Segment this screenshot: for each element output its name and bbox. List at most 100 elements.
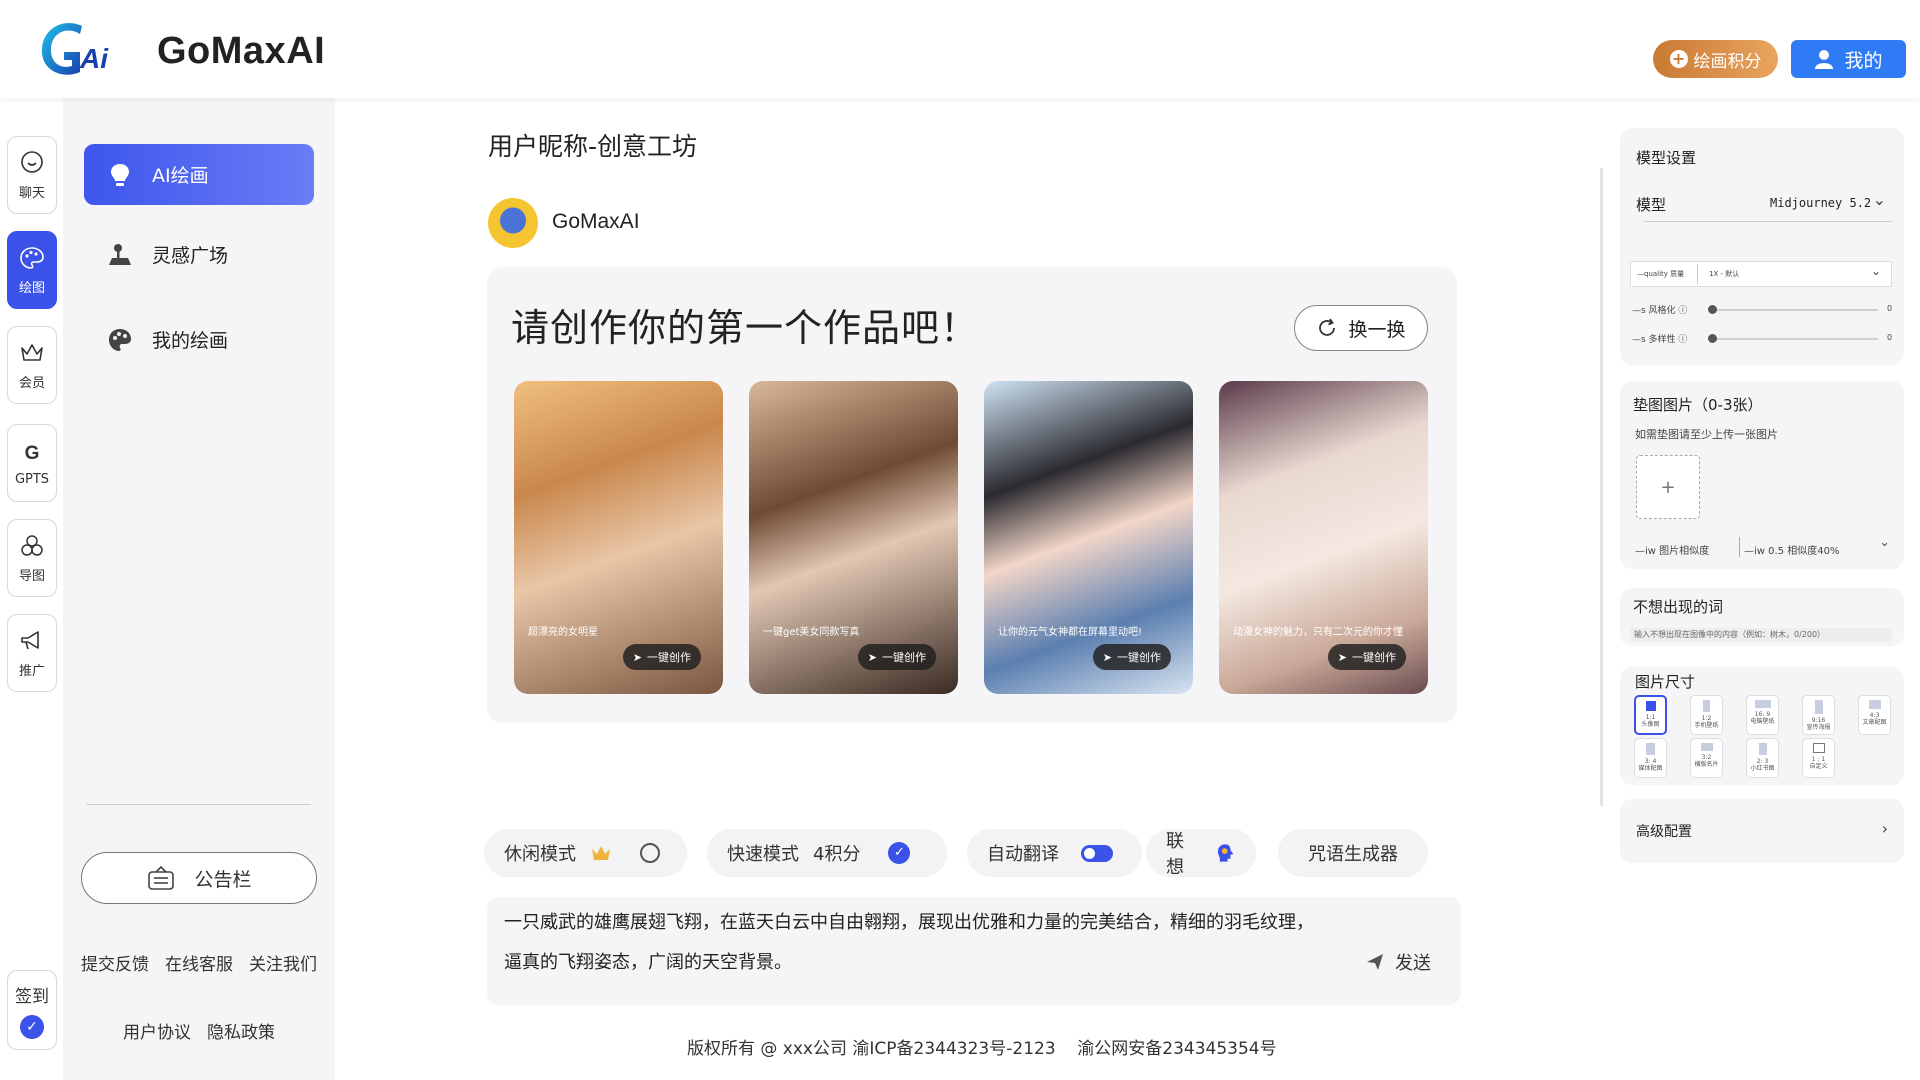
size-name: 电脑壁纸 <box>1750 718 1775 725</box>
stylize-slider[interactable] <box>1710 309 1878 311</box>
rail-item-promote[interactable]: 推广 <box>7 614 57 692</box>
chaos-slider-handle[interactable] <box>1708 334 1717 343</box>
negative-prompt-input[interactable]: 输入不想出现在图像中的内容（例如：树木，0/200） <box>1630 628 1892 642</box>
gallery-item[interactable]: 一键get美女同款写真 ➤ 一键创作 <box>749 381 958 694</box>
checkin-label: 签到 <box>15 986 49 1007</box>
rail-item-member[interactable]: 会员 <box>7 326 57 404</box>
iw-select[interactable]: —iw 0.5 相似度40% <box>1744 542 1839 557</box>
link-privacy-policy[interactable]: 隐私政策 <box>207 1018 275 1043</box>
image-size-title: 图片尺寸 <box>1635 673 1696 691</box>
drawing-points-button[interactable]: + 绘画积分 <box>1653 40 1778 78</box>
chaos-slider[interactable] <box>1710 338 1878 340</box>
svg-text:Ai: Ai <box>79 43 109 74</box>
rail-item-gpts[interactable]: G GPTS <box>7 424 57 502</box>
size-option-3-2[interactable]: 3:2 横版名片 <box>1690 738 1723 778</box>
one-click-create-button[interactable]: ➤ 一键创作 <box>1092 644 1171 670</box>
top-header: Ai GoMaxAI + 绘画积分 我的 <box>0 0 1920 98</box>
chevron-down-icon: ⌄ <box>1870 264 1881 278</box>
size-option-1-2[interactable]: 1:2 手机壁纸 <box>1690 695 1723 735</box>
gallery-item[interactable]: 让你的元气女神都在屏幕里动吧! ➤ 一键创作 <box>984 381 1193 694</box>
stylize-slider-handle[interactable] <box>1708 305 1717 314</box>
refresh-button[interactable]: 换一换 <box>1294 305 1428 351</box>
size-name: 小红书图 <box>1750 765 1775 772</box>
page-title: 用户昵称-创意工坊 <box>488 132 698 161</box>
size-option-2-3[interactable]: 2: 3 小红书图 <box>1746 738 1779 778</box>
auto-translate-label: 自动翻译 <box>987 844 1059 865</box>
svg-text:G: G <box>25 443 40 464</box>
gallery-caption: 让你的元气女神都在屏幕里动吧! <box>998 627 1143 638</box>
rail-item-chat[interactable]: 聊天 <box>7 136 57 214</box>
relax-mode-radio[interactable] <box>640 843 660 863</box>
my-account-button[interactable]: 我的 <box>1791 40 1906 78</box>
gallery-caption: 一键get美女同款写真 <box>763 627 860 638</box>
size-ratio: 2: 3 <box>1756 758 1769 765</box>
size-option-4-3[interactable]: 4:3 文章配图 <box>1858 695 1891 735</box>
refresh-label: 换一换 <box>1348 318 1406 341</box>
send-button[interactable]: 发送 <box>1365 949 1431 975</box>
size-option-custom[interactable]: 1 : 1 自定义 <box>1802 738 1835 778</box>
prompt-box[interactable]: 一只威武的雄鹰展翅飞翔，在蓝天白云中自由翱翔，展现出优雅和力量的完美结合，精细的… <box>487 897 1461 1005</box>
upload-image-button[interactable]: + <box>1636 455 1700 519</box>
send-icon: ➤ <box>1102 650 1112 664</box>
menu-item-my-drawings[interactable]: 我的绘画 <box>84 309 314 370</box>
rail-label-draw: 绘图 <box>18 280 45 296</box>
side-menu: AI绘画 灵感广场 我的绘画 公告栏 提交反馈 在线客服 关注我们 用户协议 隐… <box>63 98 335 1080</box>
checkin-button[interactable]: 签到 ✓ <box>7 970 57 1050</box>
size-option-1-1[interactable]: 1:1 头像图 <box>1634 695 1667 735</box>
send-icon <box>1367 954 1383 970</box>
spell-generator-button[interactable]: 咒语生成器 <box>1278 829 1428 877</box>
one-click-create-button[interactable]: ➤ 一键创作 <box>622 644 701 670</box>
link-follow-us[interactable]: 关注我们 <box>249 950 317 975</box>
one-click-create-button[interactable]: ➤ 一键创作 <box>857 644 936 670</box>
model-value: Midjourney 5.2 <box>1770 196 1872 210</box>
link-feedback[interactable]: 提交反馈 <box>81 950 149 975</box>
ratio-shape <box>1868 700 1881 709</box>
link-user-agreement[interactable]: 用户协议 <box>123 1018 191 1043</box>
fast-mode-check-icon[interactable]: ✓ <box>888 842 911 864</box>
auto-translate-toggle[interactable] <box>1081 844 1113 862</box>
gallery-item[interactable]: 动漫女神的魅力，只有二次元的你才懂 ➤ 一键创作 <box>1219 381 1428 694</box>
one-click-create-button[interactable]: ➤ 一键创作 <box>1327 644 1406 670</box>
quality-select[interactable]: —quality 质量 1X - 默认 ⌄ <box>1630 261 1892 287</box>
size-option-16-9[interactable]: 16: 9 电脑壁纸 <box>1746 695 1779 735</box>
size-ratio: 1:2 <box>1701 715 1712 722</box>
ratio-shape <box>1700 743 1713 751</box>
auto-translate-option[interactable]: 自动翻译 <box>967 829 1142 877</box>
rail-label-mindmap: 导图 <box>18 568 45 584</box>
menu-item-inspiration[interactable]: 灵感广场 <box>84 224 314 285</box>
associate-option[interactable]: 联想 <box>1146 829 1256 878</box>
gallery-item[interactable]: 超漂亮的女明星 ➤ 一键创作 <box>514 381 723 694</box>
size-name: 文章配图 <box>1862 719 1887 726</box>
ratio-shape <box>1645 701 1656 711</box>
gomaxai-logo-icon[interactable]: Ai <box>36 16 130 82</box>
fast-mode-option[interactable]: 快速模式 4积分 ✓ <box>707 829 947 877</box>
menu-item-ai-drawing[interactable]: AI绘画 <box>84 144 314 205</box>
footer-links-row1: 提交反馈 在线客服 关注我们 <box>63 950 335 975</box>
plus-icon: + <box>1669 50 1688 68</box>
send-icon: ➤ <box>1337 650 1347 664</box>
rail-label-chat: 聊天 <box>18 185 45 201</box>
prompt-input[interactable]: 一只威武的雄鹰展翅飞翔，在蓝天白云中自由翱翔，展现出优雅和力量的完美结合，精细的… <box>504 903 1324 983</box>
mindmap-icon <box>21 534 43 556</box>
size-option-9-16[interactable]: 9:16 宣传海报 <box>1802 695 1835 735</box>
chaos-label: —s 多样性 ⓘ <box>1632 335 1688 345</box>
model-select[interactable]: Midjourney 5.2 ⌄ <box>1644 184 1892 222</box>
rail-item-mindmap[interactable]: 导图 <box>7 519 57 597</box>
rail-item-draw[interactable]: 绘图 <box>7 231 57 309</box>
refresh-icon <box>1319 318 1336 336</box>
chevron-down-icon: ⌄ <box>1872 190 1886 209</box>
bot-name: GoMaxAI <box>552 210 640 233</box>
advanced-config-row[interactable]: 高级配置 › <box>1620 799 1904 863</box>
size-option-3-4[interactable]: 3: 4 媒体配图 <box>1634 738 1667 778</box>
stylize-value: 0 <box>1887 304 1893 313</box>
one-click-create-label: 一键创作 <box>647 651 691 664</box>
megaphone-icon <box>21 630 39 649</box>
size-name: 手机壁纸 <box>1694 722 1719 729</box>
gpts-icon: G <box>25 443 40 464</box>
relax-mode-option[interactable]: 休闲模式 <box>484 829 687 877</box>
notice-board-button[interactable]: 公告栏 <box>81 852 317 904</box>
model-settings-panel: 模型设置 模型 Midjourney 5.2 ⌄ —quality 质量 1X … <box>1620 128 1904 365</box>
scrollbar[interactable] <box>1600 168 1603 806</box>
divider <box>1697 264 1698 284</box>
link-online-service[interactable]: 在线客服 <box>165 950 233 975</box>
